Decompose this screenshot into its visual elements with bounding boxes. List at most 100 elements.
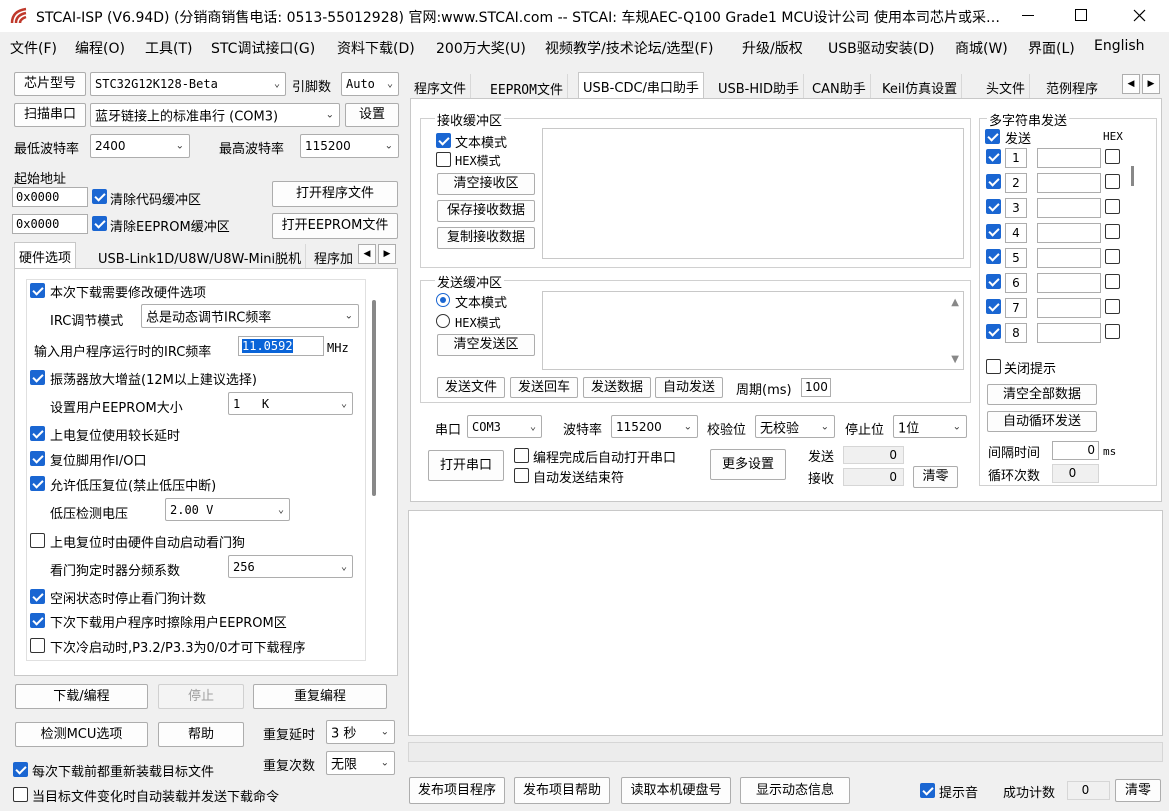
menu-download[interactable]: 资料下载(D) [337,38,415,58]
open-serial-button[interactable]: 打开串口 [428,450,504,481]
tab-keil-sim[interactable]: Keil仿真设置 [878,74,963,98]
publish-program-button[interactable]: 发布项目程序 [409,777,505,804]
tab-scroll-left-icon[interactable]: ◀ [358,244,376,264]
tab-hardware-options[interactable]: 硬件选项 [14,242,77,268]
tab-scroll-right-icon[interactable]: ▶ [1142,74,1160,94]
menu-shop[interactable]: 商城(W) [955,38,1008,58]
clear-count-button[interactable]: 清零 [913,466,958,488]
save-receive-button[interactable]: 保存接收数据 [437,200,535,222]
scroll-down-icon[interactable]: ▼ [951,354,959,365]
multi-send-checkbox[interactable] [986,199,1001,214]
clear-receive-button[interactable]: 清空接收区 [437,173,535,195]
multi-hex-checkbox[interactable] [1105,224,1120,239]
send-hex-mode-radio[interactable] [436,314,450,328]
serial-port-select[interactable]: COM3 ⌄ [467,415,542,438]
pins-select[interactable]: Auto ⌄ [341,72,399,96]
send-file-button[interactable]: 发送文件 [437,377,505,398]
modify-hw-checkbox[interactable] [30,283,45,298]
multi-send-index-button[interactable]: 1 [1005,148,1027,168]
menu-program[interactable]: 编程(O) [75,38,125,58]
stop-bits-select[interactable]: 1位 ⌄ [893,415,967,438]
multi-send-index-button[interactable]: 8 [1005,323,1027,343]
code-address-input[interactable]: 0x0000 [12,187,88,207]
multi-send-checkbox[interactable] [986,249,1001,264]
clear-code-checkbox[interactable] [92,189,107,204]
multi-scrollbar[interactable] [1131,166,1134,186]
clear-all-button[interactable]: 清空全部数据 [987,384,1097,405]
publish-help-button[interactable]: 发布项目帮助 [514,777,610,804]
multi-send-input[interactable] [1037,173,1101,193]
tab-usb-cdc[interactable]: USB-CDC/串口助手 [578,72,704,98]
multi-send-input[interactable] [1037,273,1101,293]
multi-send-index-button[interactable]: 3 [1005,198,1027,218]
parity-select[interactable]: 无校验 ⌄ [755,415,835,438]
multi-send-input[interactable] [1037,223,1101,243]
auto-send-button[interactable]: 自动发送 [655,377,723,398]
multi-send-input[interactable] [1037,298,1101,318]
reset-io-checkbox[interactable] [30,451,45,466]
menu-usb-driver[interactable]: USB驱动安装(D) [828,38,934,58]
tab-eeprom-file[interactable]: EEPROM文件 [486,74,568,98]
irc-freq-input[interactable]: 11.0592 [238,336,324,356]
multi-send-input[interactable] [1037,323,1101,343]
auto-open-checkbox[interactable] [514,448,529,463]
multi-hex-checkbox[interactable] [1105,324,1120,339]
output-log[interactable] [408,510,1163,736]
clear-eeprom-checkbox[interactable] [92,216,107,231]
detect-mcu-button[interactable]: 检测MCU选项 [15,722,148,747]
help-button[interactable]: 帮助 [158,722,244,747]
chip-model-button[interactable]: 芯片型号 [14,72,86,96]
menu-tools[interactable]: 工具(T) [145,38,192,58]
multi-send-input[interactable] [1037,148,1101,168]
erase-eeprom-checkbox[interactable] [30,613,45,628]
open-program-file-button[interactable]: 打开程序文件 [272,181,398,207]
port-settings-button[interactable]: 设置 [345,103,399,127]
repeat-count-select[interactable]: 无限 ⌄ [326,751,395,775]
tab-program-encrypt[interactable]: 程序加 [310,244,357,268]
auto-reload-checkbox[interactable] [13,787,28,802]
eeprom-size-select[interactable]: 1 K ⌄ [228,392,353,415]
close-icon[interactable] [1133,9,1146,22]
multi-send-all-checkbox[interactable] [985,129,1000,144]
multi-send-index-button[interactable]: 2 [1005,173,1027,193]
multi-send-index-button[interactable]: 4 [1005,223,1027,243]
reload-each-checkbox[interactable] [13,762,28,777]
clear-send-button[interactable]: 清空发送区 [437,334,535,356]
baud-select[interactable]: 115200 ⌄ [611,415,698,438]
minimize-icon[interactable] [1022,15,1034,16]
multi-hex-checkbox[interactable] [1105,249,1120,264]
tab-scroll-left-icon[interactable]: ◀ [1122,74,1140,94]
wdt-div-select[interactable]: 256 ⌄ [228,555,353,578]
receive-textarea[interactable] [542,128,964,259]
wdt-hw-checkbox[interactable] [30,533,45,548]
tab-usb-hid[interactable]: USB-HID助手 [714,74,804,98]
stop-button[interactable]: 停止 [158,684,244,709]
repeat-delay-select[interactable]: 3 秒 ⌄ [326,720,395,744]
scan-port-button[interactable]: 扫描串口 [14,103,86,127]
multi-send-checkbox[interactable] [986,324,1001,339]
tab-can[interactable]: CAN助手 [808,74,871,98]
read-disk-button[interactable]: 读取本机硬盘号 [621,777,731,804]
eeprom-address-input[interactable]: 0x0000 [12,214,88,234]
copy-receive-button[interactable]: 复制接收数据 [437,227,535,249]
recv-hex-mode-checkbox[interactable] [436,152,451,167]
tab-examples[interactable]: 范例程序 [1042,74,1102,98]
multi-send-checkbox[interactable] [986,224,1001,239]
multi-send-checkbox[interactable] [986,274,1001,289]
idle-wdt-checkbox[interactable] [30,589,45,604]
send-textarea[interactable]: ▲ ▼ [542,291,964,370]
osc-gain-checkbox[interactable] [30,370,45,385]
multi-send-input[interactable] [1037,198,1101,218]
multi-send-checkbox[interactable] [986,149,1001,164]
multi-hex-checkbox[interactable] [1105,274,1120,289]
multi-hex-checkbox[interactable] [1105,299,1120,314]
max-baud-select[interactable]: 115200 ⌄ [300,134,399,158]
lvd-select[interactable]: 2.00 V ⌄ [165,498,290,521]
maximize-icon[interactable] [1075,9,1087,21]
cold-boot-checkbox[interactable] [30,638,45,653]
auto-loop-button[interactable]: 自动循环发送 [987,411,1097,432]
multi-send-index-button[interactable]: 7 [1005,298,1027,318]
multi-send-index-button[interactable]: 5 [1005,248,1027,268]
lvr-checkbox[interactable] [30,476,45,491]
multi-send-index-button[interactable]: 6 [1005,273,1027,293]
